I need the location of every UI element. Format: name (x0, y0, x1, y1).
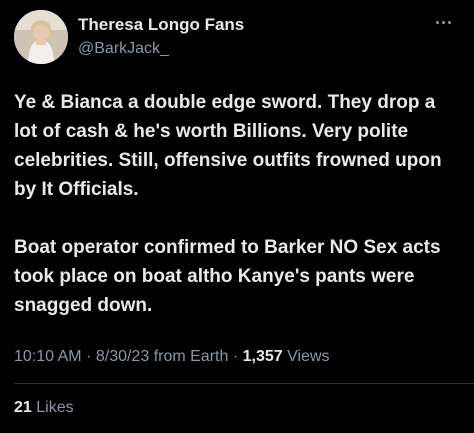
post-date[interactable]: 8/30/23 (96, 348, 149, 365)
profile-photo-icon (14, 10, 68, 64)
display-name[interactable]: Theresa Longo Fans (78, 14, 244, 36)
divider (14, 383, 474, 384)
likes-label: Likes (36, 399, 74, 416)
views-count: 1,357 (242, 348, 283, 365)
more-options-icon[interactable] (430, 12, 456, 32)
avatar[interactable] (14, 10, 68, 64)
likes-count: 21 (14, 399, 32, 416)
separator: · (232, 348, 239, 365)
tweet-header: Theresa Longo Fans @BarkJack_ (14, 10, 460, 68)
post-source: from Earth (153, 348, 229, 365)
tweet-metadata: 10:10 AM · 8/30/23 from Earth · 1,357 Vi… (14, 345, 330, 369)
likes-link[interactable]: 21 Likes (14, 396, 74, 420)
post-time[interactable]: 10:10 AM (14, 348, 82, 365)
user-handle[interactable]: @BarkJack_ (78, 38, 244, 60)
tweet-paragraph: Boat operator confirmed to Barker NO Sex… (14, 237, 441, 316)
separator: · (86, 348, 92, 365)
tweet-paragraph: Ye & Bianca a double edge sword. They dr… (14, 92, 442, 200)
views-label: Views (287, 348, 330, 365)
author-names[interactable]: Theresa Longo Fans @BarkJack_ (78, 14, 244, 60)
tweet-text: Ye & Bianca a double edge sword. They dr… (14, 88, 460, 320)
